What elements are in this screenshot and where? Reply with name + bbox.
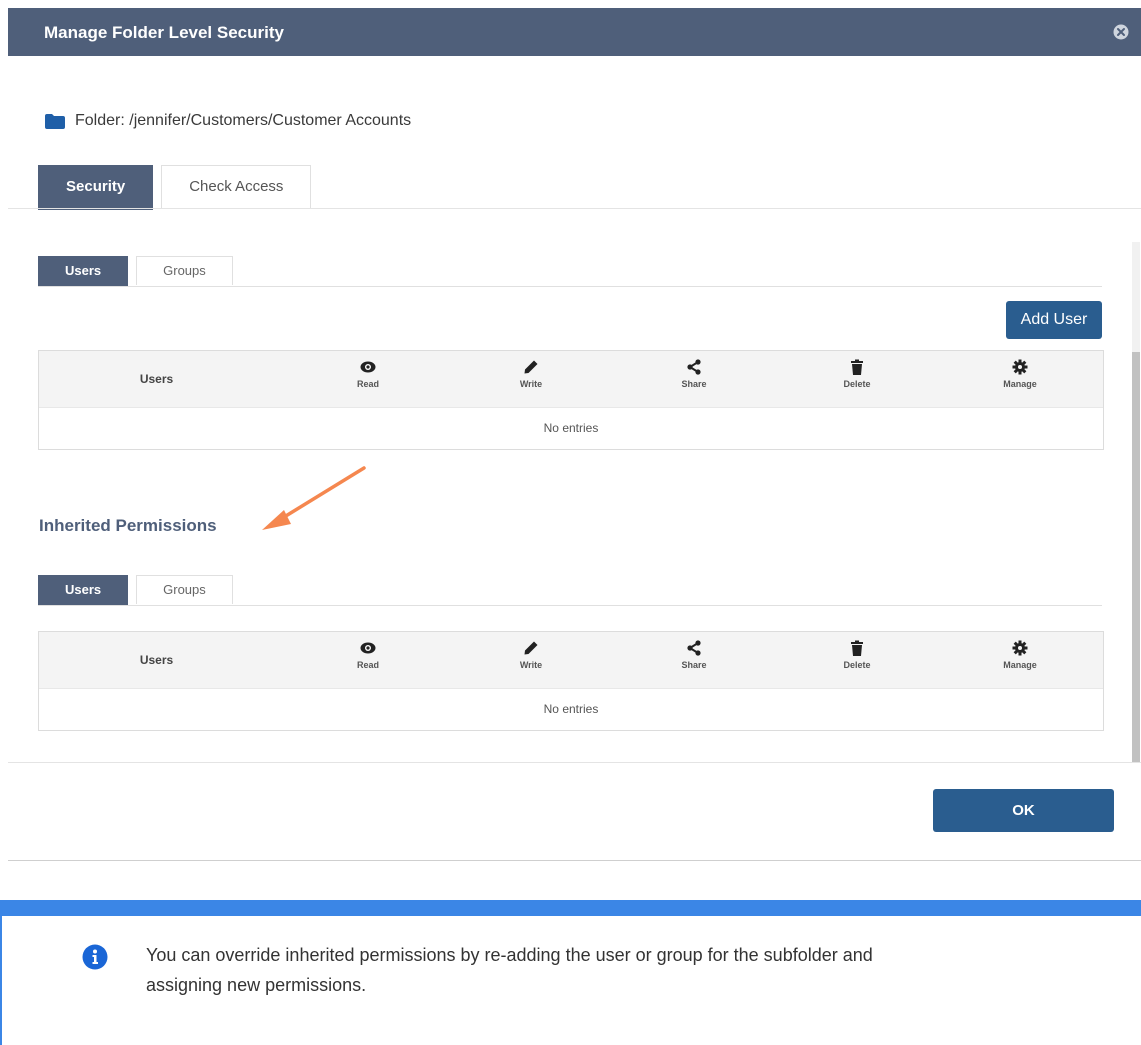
inherited-permissions-heading: Inherited Permissions — [39, 516, 217, 535]
delete-column-header: Delete — [797, 632, 917, 688]
tab-check-access[interactable]: Check Access — [161, 165, 312, 208]
add-user-button[interactable]: Add User — [1006, 301, 1102, 339]
trash-icon — [851, 359, 863, 375]
table-header: Users Read Write Share Delete Manage — [39, 351, 1103, 407]
delete-label: Delete — [843, 660, 871, 670]
write-column-header: Write — [471, 351, 591, 407]
dialog-titlebar: Manage Folder Level Security — [8, 8, 1141, 56]
subtabs-divider — [38, 286, 1102, 287]
inherited-subtabs: Users Groups — [38, 575, 241, 606]
manage-label: Manage — [1003, 379, 1037, 389]
inherited-permissions-table: Users Read Write Share Delete Manage No … — [38, 631, 1104, 731]
share-icon — [687, 359, 701, 375]
write-label: Write — [519, 379, 543, 389]
write-column-header: Write — [471, 632, 591, 688]
share-label: Share — [681, 379, 707, 389]
delete-label: Delete — [843, 379, 871, 389]
folder-path: Folder: /jennifer/Customers/Customer Acc… — [45, 112, 411, 130]
manage-label: Manage — [1003, 660, 1037, 670]
read-column-header: Read — [308, 632, 428, 688]
note-accent-bar — [0, 900, 1141, 916]
folder-icon — [45, 113, 65, 129]
write-label: Write — [519, 660, 543, 670]
share-label: Share — [681, 660, 707, 670]
info-note: You can override inherited permissions b… — [0, 900, 1141, 1045]
subtab-users[interactable]: Users — [38, 256, 129, 287]
inherited-subtab-users[interactable]: Users — [38, 575, 129, 606]
table-empty-row: No entries — [39, 688, 1103, 730]
close-icon[interactable] — [1113, 24, 1129, 40]
pencil-icon — [524, 360, 538, 374]
read-label: Read — [356, 379, 379, 389]
scrollbar-thumb[interactable] — [1132, 352, 1140, 762]
footer-divider — [8, 762, 1141, 763]
permissions-table: Users Read Write Share Delete Manage No … — [38, 350, 1104, 450]
read-column-header: Read — [308, 351, 428, 407]
info-icon — [82, 944, 108, 970]
manage-column-header: Manage — [960, 351, 1080, 407]
table-header: Users Read Write Share Delete Manage — [39, 632, 1103, 688]
pencil-icon — [524, 641, 538, 655]
main-tabs: Security Check Access — [38, 165, 319, 210]
read-label: Read — [356, 660, 379, 670]
annotation-arrow — [262, 466, 366, 530]
gear-icon — [1012, 359, 1028, 375]
manage-column-header: Manage — [960, 632, 1080, 688]
inherited-subtabs-divider — [38, 605, 1102, 606]
share-column-header: Share — [634, 351, 754, 407]
inherited-subtab-groups[interactable]: Groups — [136, 575, 233, 604]
users-column-header: Users — [139, 653, 174, 667]
delete-column-header: Delete — [797, 351, 917, 407]
eye-icon — [360, 642, 376, 654]
tab-security[interactable]: Security — [38, 165, 154, 210]
trash-icon — [851, 640, 863, 656]
subtab-groups[interactable]: Groups — [136, 256, 233, 285]
dialog-title: Manage Folder Level Security — [44, 23, 284, 42]
manage-folder-security-dialog: Manage Folder Level Security Folder: /je… — [8, 0, 1141, 862]
note-text: You can override inherited permissions b… — [146, 945, 873, 995]
gear-icon — [1012, 640, 1028, 656]
table-empty-row: No entries — [39, 407, 1103, 449]
ok-button[interactable]: OK — [933, 789, 1114, 832]
note-left-border — [0, 916, 2, 1045]
share-column-header: Share — [634, 632, 754, 688]
explicit-subtabs: Users Groups — [38, 256, 241, 287]
folder-label: Folder: /jennifer/Customers/Customer Acc… — [75, 112, 412, 129]
share-icon — [687, 640, 701, 656]
eye-icon — [360, 361, 376, 373]
dialog-bottom-border — [8, 860, 1141, 861]
tabs-divider — [8, 208, 1141, 209]
users-column-header: Users — [139, 372, 174, 386]
